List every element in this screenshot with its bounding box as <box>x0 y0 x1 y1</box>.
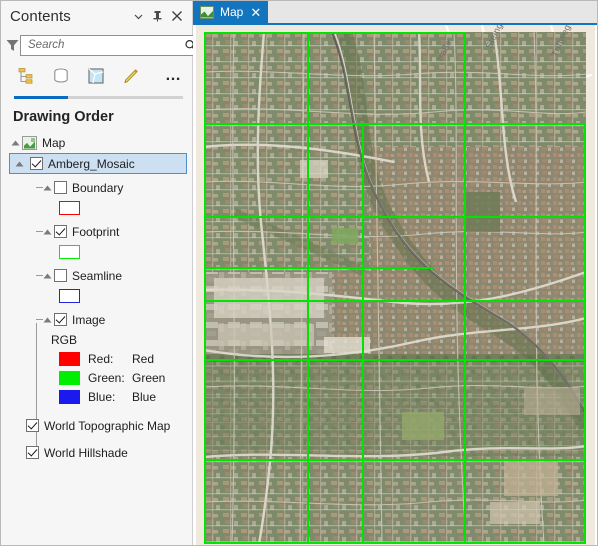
tree-item-footprint-label: Footprint <box>72 224 120 239</box>
tree-item-map[interactable]: Map <box>1 132 192 153</box>
chevron-down-icon[interactable] <box>129 7 148 26</box>
footprint-line-horizontal <box>204 267 434 269</box>
footprint-line-horizontal <box>204 32 466 34</box>
band-row-blue: Blue: Blue <box>1 387 192 406</box>
contents-search-row <box>1 32 216 58</box>
tree-item-image-label: Image <box>72 312 106 327</box>
expander-map-icon[interactable] <box>9 136 22 149</box>
list-by-editing-icon[interactable] <box>120 65 142 87</box>
footprint-line-horizontal <box>204 359 586 361</box>
renderer-label-rgb: RGB <box>51 333 78 347</box>
checkbox-world-hillshade[interactable] <box>26 446 39 459</box>
tree-item-amberg-mosaic-label: Amberg_Mosaic <box>48 156 135 171</box>
tree-connector-dash <box>36 187 43 188</box>
expander-boundary-icon[interactable] <box>41 181 54 194</box>
band-swatch-red <box>59 351 80 366</box>
band-channel-green: Green: <box>88 370 125 385</box>
footprint-line-vertical <box>362 123 364 544</box>
symbol-row-boundary <box>1 198 192 218</box>
checkbox-footprint[interactable] <box>54 225 67 238</box>
band-channel-red: Red: <box>88 351 114 366</box>
footprint-line-horizontal <box>204 123 586 125</box>
footprint-line-horizontal <box>204 459 586 461</box>
symbol-swatch-seamline[interactable] <box>59 289 80 303</box>
footprint-line-horizontal <box>204 542 586 544</box>
page-title: Contents <box>10 7 71 25</box>
symbol-swatch-footprint[interactable] <box>59 245 80 259</box>
expander-footprint-icon[interactable] <box>41 225 54 238</box>
map-layer-icon <box>22 135 37 150</box>
tree-item-world-hillshade[interactable]: World Hillshade <box>1 442 192 463</box>
contents-panel-header: Contents <box>1 1 192 31</box>
contents-panel: Contents Search … Drawing Order Map Ambe… <box>1 1 216 545</box>
band-name-red: Red <box>132 351 155 366</box>
band-channel-blue: Blue: <box>88 389 116 404</box>
footprint-line-vertical <box>307 32 309 544</box>
pin-icon[interactable] <box>148 7 167 26</box>
list-by-drawing-order-icon[interactable] <box>15 65 37 87</box>
drawing-order-heading: Drawing Order <box>13 109 114 125</box>
tree-item-boundary-label: Boundary <box>72 180 124 195</box>
tab-map[interactable]: Map ✕ <box>193 1 269 23</box>
expander-image-icon[interactable] <box>41 313 54 326</box>
symbol-row-footprint <box>1 242 192 262</box>
tree-item-footprint[interactable]: Footprint <box>1 221 192 242</box>
close-icon[interactable]: ✕ <box>249 6 261 19</box>
contents-tab-underline <box>14 96 183 99</box>
search-input[interactable] <box>28 39 184 51</box>
tree-item-world-topographic-map[interactable]: World Topographic Map <box>1 415 192 436</box>
checkbox-seamline[interactable] <box>54 269 67 282</box>
band-swatch-green <box>59 370 80 385</box>
footprint-line-vertical <box>204 32 206 544</box>
contents-tree: Map Amberg_Mosaic Boundary Footprint Sea… <box>1 131 192 463</box>
footprint-line-vertical <box>584 123 586 544</box>
tree-connector-dash <box>36 275 43 276</box>
contents-view-tabs: … <box>1 58 192 92</box>
tree-item-map-label: Map <box>42 135 66 150</box>
arcgis-pro-window: Contents Search … Drawing Order Map Ambe… <box>0 0 598 546</box>
list-by-data-source-icon[interactable] <box>50 65 72 87</box>
expander-seamline-icon[interactable] <box>41 269 54 282</box>
map-inner: traße Steingutstraße Triftweg <box>196 25 595 545</box>
tree-connector-dash <box>36 319 43 320</box>
symbol-swatch-boundary[interactable] <box>59 201 80 215</box>
band-row-red: Red: Red <box>1 349 192 368</box>
checkbox-boundary[interactable] <box>54 181 67 194</box>
imagery-layer <box>204 32 586 544</box>
checkbox-image[interactable] <box>54 313 67 326</box>
tree-item-world-topographic-map-label: World Topographic Map <box>44 418 171 433</box>
tree-item-world-hillshade-label: World Hillshade <box>44 445 128 460</box>
band-name-blue: Blue <box>132 389 157 404</box>
tree-item-seamline-label: Seamline <box>72 268 123 283</box>
aerial-imagery <box>204 32 586 544</box>
filter-icon[interactable] <box>5 35 20 55</box>
tree-item-amberg-mosaic[interactable]: Amberg_Mosaic <box>9 153 187 174</box>
footprint-line-horizontal <box>204 300 586 302</box>
map-tabstrip: Map ✕ <box>193 1 597 25</box>
map-view: Map ✕ traße Triftweg <box>193 1 597 545</box>
expander-amberg-mosaic-icon[interactable] <box>13 157 26 170</box>
map-tab-icon <box>200 5 214 19</box>
band-swatch-blue <box>59 389 80 404</box>
more-options-icon[interactable]: … <box>165 68 183 84</box>
tree-item-seamline[interactable]: Seamline <box>1 265 192 286</box>
tree-item-image[interactable]: Image <box>1 309 192 330</box>
band-name-green: Green <box>132 370 166 385</box>
checkbox-amberg-mosaic[interactable] <box>30 157 43 170</box>
symbol-row-seamline <box>1 286 192 306</box>
list-by-selection-icon[interactable] <box>85 65 107 87</box>
footprint-line-horizontal <box>204 216 586 218</box>
close-icon[interactable] <box>167 7 186 26</box>
map-canvas[interactable]: traße Steingutstraße Triftweg <box>196 25 595 545</box>
band-row-green: Green: Green <box>1 368 192 387</box>
tree-item-boundary[interactable]: Boundary <box>1 177 192 198</box>
footprint-line-vertical <box>464 32 466 544</box>
tree-connector-dash <box>36 231 43 232</box>
search-input-wrapper[interactable] <box>20 34 216 56</box>
tab-map-label: Map <box>220 5 244 19</box>
checkbox-world-topographic-map[interactable] <box>26 419 39 432</box>
